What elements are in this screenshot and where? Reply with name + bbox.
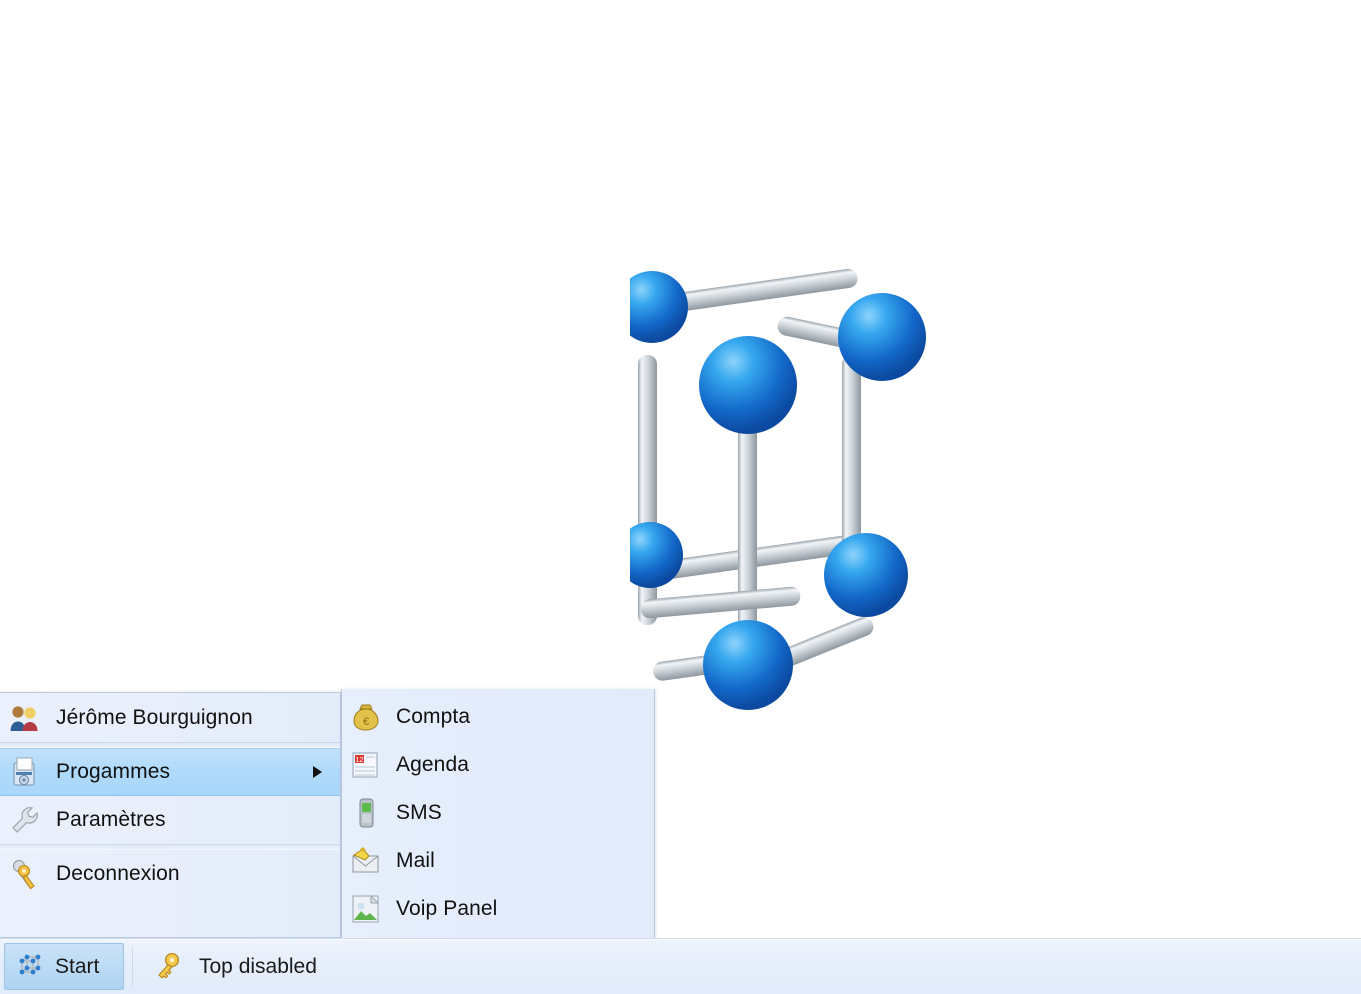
start-menu-panel: Jérôme Bourguignon Progammes <box>0 692 341 938</box>
taskbar-item-top-disabled[interactable]: Top disabled <box>139 943 329 990</box>
picture-icon <box>349 892 383 926</box>
taskbar: Start Top disabled <box>0 938 1361 994</box>
key-icon <box>151 950 185 984</box>
programs-submenu-item-label: Voip Panel <box>396 897 497 921</box>
chevron-right-icon <box>313 766 322 778</box>
calendar-icon: 12 <box>349 748 383 782</box>
wrench-icon <box>8 803 42 837</box>
programs-icon <box>8 755 42 789</box>
users-icon <box>8 701 42 735</box>
money-bag-icon: € <box>349 700 383 734</box>
programs-submenu-item-compta[interactable]: € Compta <box>342 693 654 741</box>
programs-submenu-item-label: Mail <box>396 849 435 873</box>
start-button-label: Start <box>55 955 99 979</box>
molecule-cube-icon <box>15 952 45 982</box>
programs-submenu-item-agenda[interactable]: 12 Agenda <box>342 741 654 789</box>
start-menu-item-label: Deconnexion <box>56 862 180 886</box>
programs-submenu-item-label: Compta <box>396 705 470 729</box>
start-menu-item-progammes[interactable]: Progammes <box>0 748 340 796</box>
start-menu-item-label: Jérôme Bourguignon <box>56 706 253 730</box>
svg-text:€: € <box>363 716 369 728</box>
taskbar-separator <box>132 947 133 987</box>
start-button[interactable]: Start <box>4 943 124 990</box>
desktop: Jérôme Bourguignon Progammes <box>0 0 1361 994</box>
envelope-pencil-icon <box>349 844 383 878</box>
molecule-cube-graphic <box>630 245 930 735</box>
start-menu-item-label: Progammes <box>56 760 170 784</box>
taskbar-item-label: Top disabled <box>199 955 317 979</box>
svg-text:12: 12 <box>355 755 363 764</box>
programs-submenu-item-label: SMS <box>396 801 442 825</box>
start-menu-item-deconnexion[interactable]: Deconnexion <box>0 850 340 898</box>
start-menu-item-label: Paramètres <box>56 808 166 832</box>
programs-submenu-item-sms[interactable]: SMS <box>342 789 654 837</box>
start-menu-item-user[interactable]: Jérôme Bourguignon <box>0 694 340 742</box>
programs-submenu-item-mail[interactable]: Mail <box>342 837 654 885</box>
keys-icon <box>8 857 42 891</box>
start-menu-item-parametres[interactable]: Paramètres <box>0 796 340 844</box>
programs-submenu-item-label: Agenda <box>396 753 469 777</box>
mobile-phone-icon <box>349 796 383 830</box>
programs-submenu-item-voip-panel[interactable]: Voip Panel <box>342 885 654 933</box>
